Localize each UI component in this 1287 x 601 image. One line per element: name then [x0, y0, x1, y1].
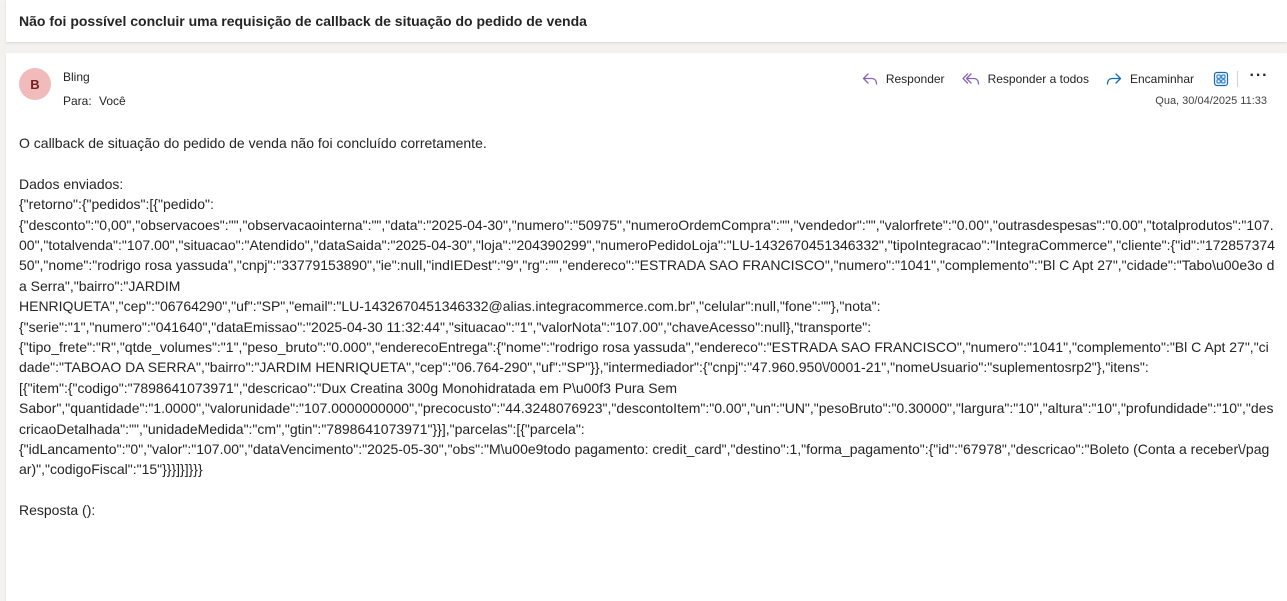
message-body: O callback de situação do pedido de vend… [19, 133, 1275, 521]
json-line: Sabor","quantidade":"1.0000","valorunida… [19, 400, 1274, 437]
apps-grid-icon [1213, 71, 1229, 87]
forward-label: Encaminhar [1129, 72, 1194, 86]
recipient-name[interactable]: Você [99, 94, 126, 108]
json-line: {"tipo_frete":"R","qtde_volumes":"1","pe… [19, 339, 1269, 376]
json-line: {"serie":"1","numero":"041640","dataEmis… [19, 318, 872, 335]
reply-all-label: Responder a todos [987, 72, 1089, 86]
reply-all-icon [961, 73, 979, 85]
reply-button[interactable]: Responder [862, 72, 945, 86]
sent-data-json: {"retorno":{"pedidos":[{"pedido": {"desc… [19, 194, 1275, 480]
sender-name[interactable]: Bling [63, 70, 90, 84]
subject-bar: Não foi possível concluir uma requisição… [6, 0, 1287, 42]
reply-all-button[interactable]: Responder a todos [961, 72, 1089, 86]
immersive-reader-button[interactable] [1211, 69, 1231, 89]
json-line: {"idLancamento":"0","valor":"107.00","da… [19, 441, 1270, 478]
recipient-line: Para: Você [63, 94, 126, 108]
to-label: Para: [63, 94, 92, 108]
more-actions-button[interactable]: ··· [1249, 67, 1269, 89]
email-subject: Não foi possível concluir uma requisição… [19, 13, 587, 29]
forward-button[interactable]: Encaminhar [1106, 72, 1194, 86]
message-card: B Bling Para: Você Responder Responder a… [6, 53, 1287, 601]
forward-icon [1106, 73, 1122, 85]
sent-data-label: Dados enviados: [19, 175, 124, 192]
avatar[interactable]: B [19, 68, 51, 100]
reply-label: Responder [885, 72, 945, 86]
json-line: HENRIQUETA","cep":"06764290","uf":"SP","… [19, 298, 881, 315]
message-actions: Responder Responder a todos Encaminhar ·… [862, 68, 1269, 90]
json-line: {"retorno":{"pedidos":[{"pedido": [19, 196, 214, 213]
toolbar-divider [1237, 71, 1238, 87]
response-label: Resposta (): [19, 502, 96, 519]
json-line: {"desconto":"0,00","observacoes":"","obs… [19, 216, 1275, 294]
intro-text: O callback de situação do pedido de vend… [19, 135, 487, 151]
more-icon: ··· [1249, 67, 1269, 84]
json-line: [{"item":{"codigo":"7898641073971","desc… [19, 379, 678, 396]
message-date: Qua, 30/04/2025 11:33 [1155, 95, 1267, 107]
reply-icon [862, 73, 877, 85]
